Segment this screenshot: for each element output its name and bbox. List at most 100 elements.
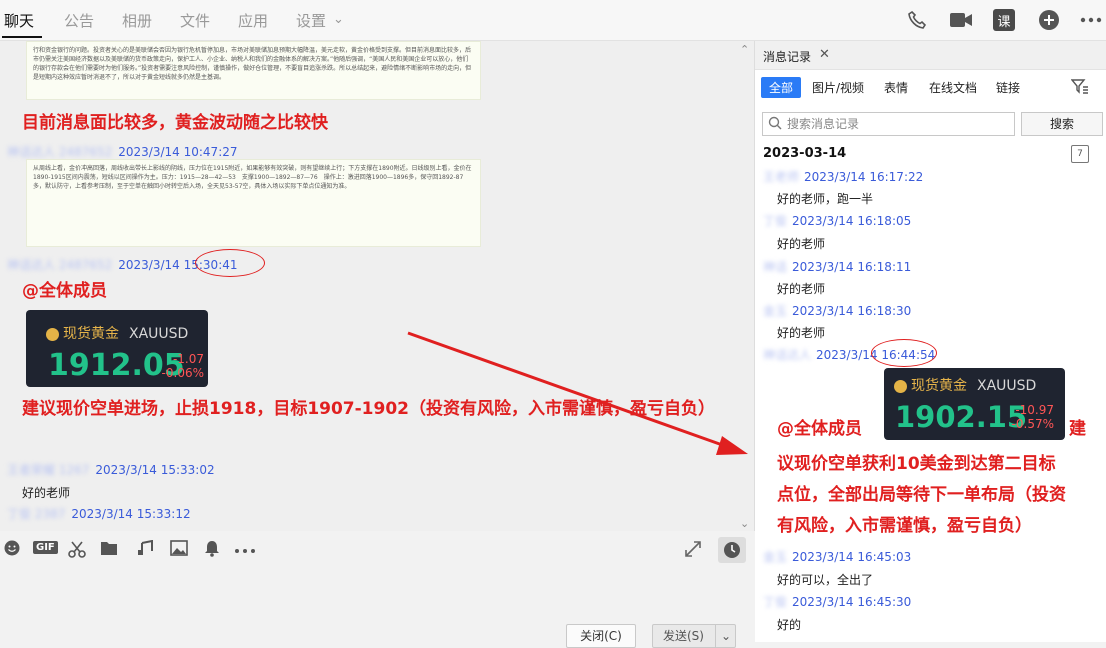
gold-coin-icon	[894, 380, 907, 393]
send-options-chevron-icon[interactable]: ⌄	[715, 625, 731, 647]
message-input-area[interactable]: 关闭(C) 发送(S) ⌄	[0, 572, 754, 648]
blurred-sender-name: 神话达人 2487652	[7, 145, 113, 159]
filter-media[interactable]: 图片/视频	[812, 79, 864, 96]
tab-apps[interactable]: 应用	[238, 10, 268, 31]
gold-card-change-value: -1.07	[172, 352, 204, 366]
message-sender-line: 王者荣耀 1267 2023/3/14 15:33:02	[7, 461, 215, 478]
gold-price-card[interactable]: 现货黄金 XAUUSD 1902.15 -10.97 -0.57%	[884, 368, 1065, 440]
expand-icon[interactable]	[684, 540, 702, 562]
tab-chat[interactable]: 聊天	[4, 10, 34, 31]
close-button[interactable]: 关闭(C)	[566, 624, 636, 648]
history-timestamp: 2023/3/14 16:18:11	[792, 260, 912, 274]
video-call-icon[interactable]	[949, 8, 973, 32]
filter-links[interactable]: 链接	[996, 79, 1020, 96]
blurred-sender-name: 金玉	[763, 550, 788, 564]
gold-card-change: -10.97 -0.57%	[1010, 403, 1054, 431]
tab-album[interactable]: 相册	[122, 10, 152, 31]
calendar-icon[interactable]: 7	[1071, 145, 1089, 163]
gold-price-card[interactable]: 现货黄金 XAUUSD 1912.05 -1.07 -0.06%	[26, 310, 208, 387]
blurred-sender-name: 神话	[763, 260, 788, 274]
message-sender-line: 丁俊 2387 2023/3/14 15:33:12	[7, 505, 191, 522]
blurred-sender-name: 丁俊 2387	[7, 507, 66, 521]
blurred-sender-name: 神话达人	[763, 348, 812, 362]
settings-chevron-down-icon[interactable]: ⌄	[333, 12, 344, 27]
top-navigation-bar: 聊天 公告 相册 文件 应用 设置 ⌄ 课	[0, 0, 1106, 41]
filter-stickers[interactable]: 表情	[884, 79, 908, 96]
announcement-line: 建	[1069, 419, 1086, 439]
filter-online-docs[interactable]: 在线文档	[929, 79, 977, 96]
message-history-panel: 消息记录 ✕ 全部 图片/视频 表情 在线文档 链接 搜索 2023-03-14…	[755, 41, 1106, 642]
announcement-line: 有风险，入市需谨慎，盈亏自负）	[777, 516, 1032, 536]
gold-card-change-percent: -0.57%	[1011, 417, 1054, 431]
at-all-members[interactable]: @全体成员	[22, 277, 107, 306]
gold-card-price: 1902.15	[895, 400, 1028, 434]
more-options-icon[interactable]	[1079, 8, 1103, 32]
blurred-sender-name: 金玉	[763, 304, 788, 318]
gold-card-name: 现货黄金	[63, 326, 119, 342]
blurred-sender-name: 丁俊	[763, 214, 788, 228]
news-document-image[interactable]: 行和资金银行的问题。投资者关心的是美联储会否因为银行危机暂停加息，市场对美联储加…	[26, 41, 481, 100]
chat-scroll-up-icon[interactable]: ⌃	[740, 43, 749, 56]
trade-advice-text: 建议现价空单进场，止损1918，目标1907-1902（投资有风险，入市需谨慎，…	[22, 399, 715, 419]
send-button-label: 发送(S)	[663, 629, 704, 643]
filter-all[interactable]: 全部	[761, 77, 802, 98]
history-message: 好的老师	[777, 237, 826, 251]
filter-settings-icon[interactable]	[1070, 78, 1089, 97]
analysis-document-image[interactable]: 从周线上看，金价冲高回落，周线收出带长上影线的阴线，压力位在1915附近，如果能…	[26, 159, 481, 247]
tab-announcement[interactable]: 公告	[64, 10, 94, 31]
announcement-line: 议现价空单获利10美金到达第二目标	[777, 454, 1056, 474]
history-sender-line: 丁俊 2023/3/14 16:45:30	[763, 593, 911, 610]
history-timestamp: 2023/3/14 16:17:22	[804, 170, 924, 184]
history-message: 好的老师	[777, 282, 826, 296]
gold-card-code: XAUUSD	[977, 378, 1037, 394]
close-icon[interactable]: ✕	[819, 47, 830, 62]
history-search-field[interactable]	[762, 112, 1015, 136]
history-date: 2023-03-14	[763, 146, 847, 161]
history-message: 好的	[777, 618, 802, 632]
gold-card-code: XAUUSD	[129, 326, 189, 342]
at-all-members[interactable]: @全体成员	[777, 415, 862, 444]
phone-call-icon[interactable]	[905, 8, 929, 32]
add-icon[interactable]	[1037, 8, 1061, 32]
history-sender-line: 丁俊 2023/3/14 16:18:05	[763, 212, 911, 229]
tab-settings[interactable]: 设置	[296, 10, 326, 31]
history-panel-header: 消息记录 ✕	[755, 41, 1106, 70]
history-timestamp: 2023/3/14 16:18:05	[792, 214, 912, 228]
message-timestamp: 2023/3/14 15:33:02	[95, 463, 215, 477]
scissors-icon[interactable]	[68, 540, 86, 562]
emoji-icon[interactable]	[4, 540, 20, 560]
gif-icon[interactable]: GIF	[33, 541, 58, 554]
blurred-sender-name: 王者荣耀 1267	[7, 463, 90, 477]
search-input[interactable]	[785, 115, 1009, 133]
history-sender-line: 王老师 2023/3/14 16:17:22	[763, 168, 923, 185]
bell-icon[interactable]	[204, 540, 220, 561]
message-timestamp: 2023/3/14 10:47:27	[118, 145, 238, 159]
image-icon[interactable]	[170, 540, 188, 560]
history-timestamp: 2023/3/14 16:45:30	[792, 595, 912, 609]
history-timestamp: 2023/3/14 16:45:03	[792, 550, 912, 564]
more-tools-icon[interactable]	[234, 540, 256, 558]
send-button[interactable]: 发送(S) ⌄	[652, 624, 736, 648]
tab-files[interactable]: 文件	[180, 10, 210, 31]
highlight-circle-annotation	[871, 339, 937, 367]
history-sender-line: 金玉 2023/3/14 16:18:30	[763, 302, 911, 319]
history-message: 好的老师，跑一半	[777, 192, 874, 206]
search-icon	[768, 116, 782, 133]
highlight-circle-annotation	[195, 249, 265, 277]
chat-message-area[interactable]: 行和资金银行的问题。投资者关心的是美联储会否因为银行危机暂停加息，市场对美联储加…	[0, 41, 755, 531]
gold-card-change: -1.07 -0.06%	[160, 352, 204, 380]
history-message: 好的可以，全出了	[777, 573, 874, 587]
message-timestamp: 2023/3/14 15:33:12	[71, 507, 191, 521]
history-clock-icon[interactable]	[718, 537, 746, 563]
chat-scroll-down-icon[interactable]: ⌄	[740, 517, 749, 530]
announcement-line: 点位，全部出局等待下一单布局（投资	[777, 485, 1066, 505]
search-button[interactable]: 搜索	[1021, 112, 1103, 136]
music-icon[interactable]	[136, 539, 154, 560]
history-timestamp: 2023/3/14 16:18:30	[792, 304, 912, 318]
news-summary-text: 目前消息面比较多，黄金波动随之比较快	[22, 113, 328, 133]
blurred-sender-name: 王老师	[763, 170, 800, 184]
course-icon[interactable]: 课	[993, 9, 1015, 31]
gold-card-change-value: -10.97	[1015, 403, 1054, 417]
blurred-sender-name: 神话达人 2487652	[7, 258, 113, 272]
folder-icon[interactable]	[100, 540, 118, 560]
